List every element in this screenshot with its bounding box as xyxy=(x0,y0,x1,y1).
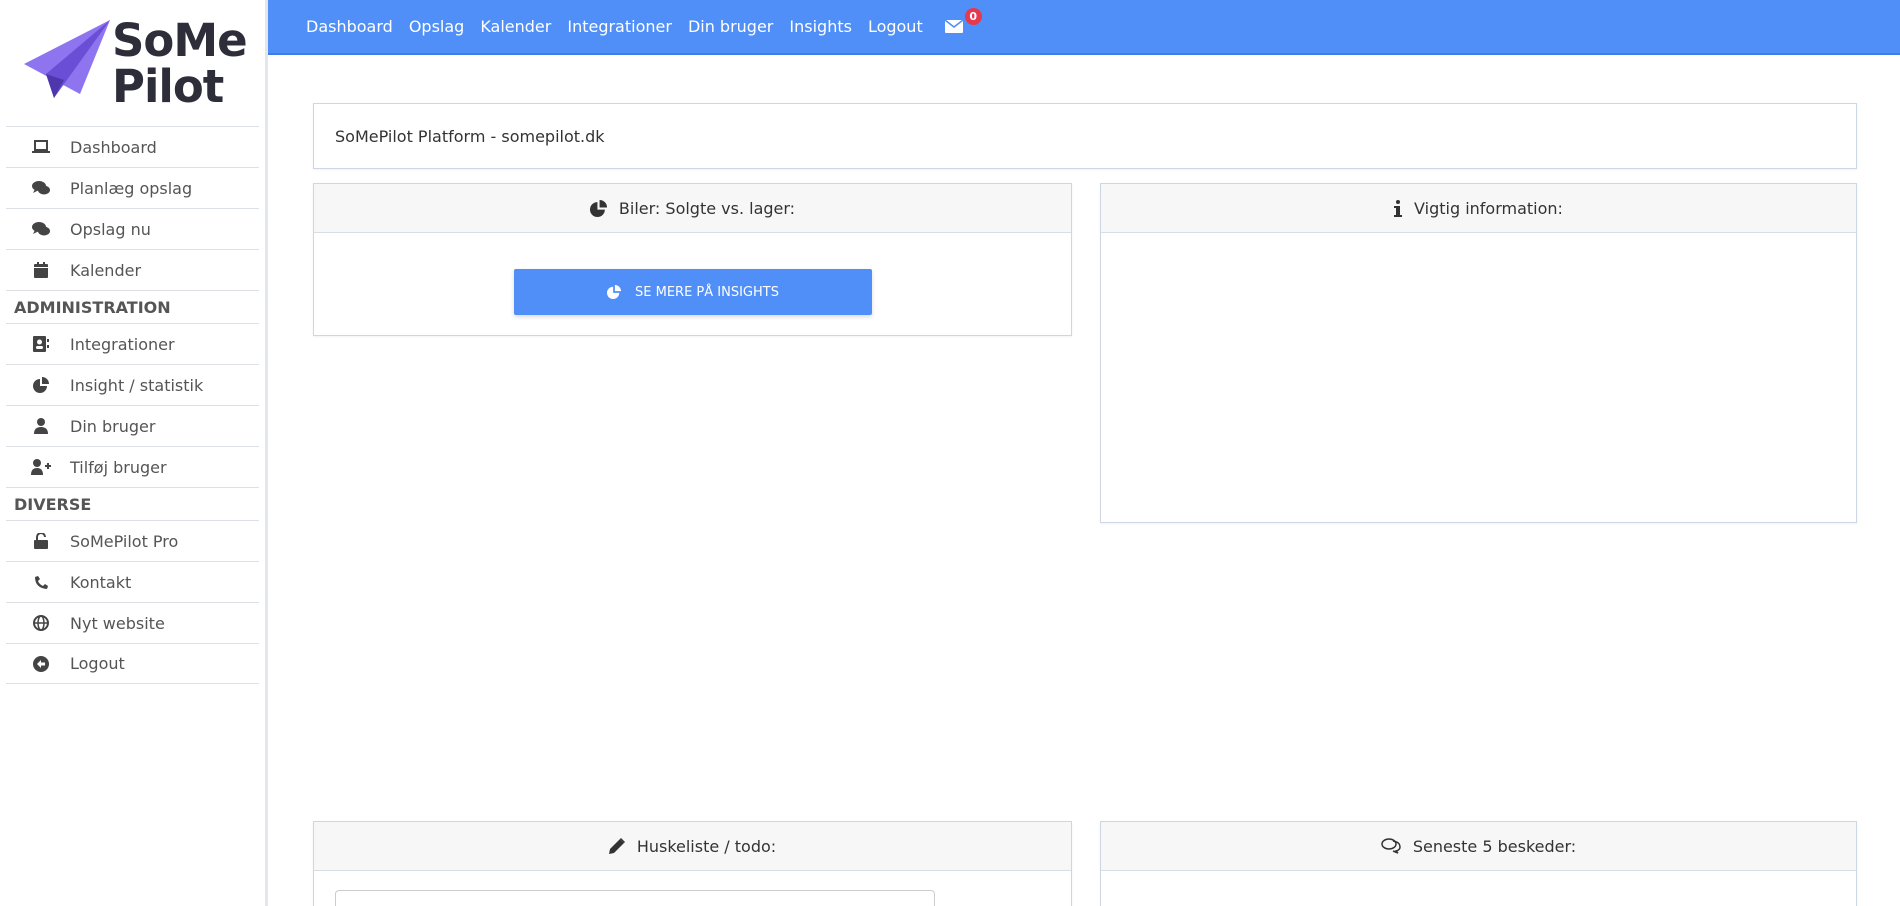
sidebar-item-opslag-nu[interactable]: Opslag nu xyxy=(6,208,259,249)
card-header: Biler: Solgte vs. lager: xyxy=(314,184,1071,233)
sidebar-item-label: Din bruger xyxy=(70,416,156,436)
card-header: Seneste 5 beskeder: xyxy=(1101,822,1856,871)
logo-line-2: Pilot xyxy=(112,60,224,113)
comments-icon xyxy=(30,180,52,196)
card-title: Huskeliste / todo: xyxy=(636,836,777,856)
sidebar-item-somepilot-pro[interactable]: SoMePilot Pro xyxy=(6,520,259,561)
sidebar-item-logout[interactable]: Logout xyxy=(6,643,259,684)
sidebar-item-label: Opslag nu xyxy=(70,219,151,239)
todo-card: Huskeliste / todo: xyxy=(313,821,1072,906)
see-more-insights-button[interactable]: SE MERE PÅ INSIGHTS xyxy=(514,269,872,315)
comments-icon xyxy=(30,221,52,237)
sidebar-item-label: SoMePilot Pro xyxy=(70,531,179,551)
sidebar-item-label: Planlæg opslag xyxy=(70,178,193,198)
comments-outline-icon xyxy=(1381,838,1401,854)
sidebar-item-label: Integrationer xyxy=(70,334,175,354)
card-title: Seneste 5 beskeder: xyxy=(1412,836,1577,856)
card-title: Vigtig information: xyxy=(1414,198,1563,218)
topnav-logout[interactable]: Logout xyxy=(868,17,923,36)
pencil-icon xyxy=(608,838,625,854)
card-header: Huskeliste / todo: xyxy=(314,822,1071,871)
sidebar-item-planlaeg-opslag[interactable]: Planlæg opslag xyxy=(6,167,259,208)
platform-title: SoMePilot Platform - somepilot.dk xyxy=(335,126,605,146)
sidebar-item-integrationer[interactable]: Integrationer xyxy=(6,323,259,364)
sidebar-item-label: Kontakt xyxy=(70,572,132,592)
todo-input[interactable] xyxy=(335,890,935,906)
globe-icon xyxy=(30,615,52,631)
sidebar-item-label: Logout xyxy=(70,654,125,673)
unlock-icon xyxy=(30,533,52,549)
card-title: Biler: Solgte vs. lager: xyxy=(618,198,796,218)
sidebar-item-label: Insight / statistik xyxy=(70,375,204,395)
sidebar-item-label: Kalender xyxy=(70,260,142,280)
card-header: Vigtig information: xyxy=(1101,184,1856,233)
sidebar-nav: Dashboard Planlæg opslag Opslag nu Kalen… xyxy=(6,126,259,684)
sidebar-heading-administration: ADMINISTRATION xyxy=(6,290,259,323)
mail-button[interactable]: 0 xyxy=(944,8,982,33)
pie-chart-icon xyxy=(30,377,52,393)
sidebar-item-label: Dashboard xyxy=(70,137,157,157)
sidebar-item-insight-statistik[interactable]: Insight / statistik xyxy=(6,364,259,405)
sidebar-item-nyt-website[interactable]: Nyt website xyxy=(6,602,259,643)
envelope-icon xyxy=(944,20,963,33)
topnav-integrationer[interactable]: Integrationer xyxy=(567,17,672,36)
topnav-opslag[interactable]: Opslag xyxy=(409,17,465,36)
important-info-card: Vigtig information: xyxy=(1100,183,1857,523)
arrow-left-circle-icon xyxy=(30,655,52,672)
logo-text: SoMe Pilot xyxy=(112,14,248,113)
calendar-icon xyxy=(30,262,52,278)
phone-icon xyxy=(30,575,52,590)
mail-count-badge: 0 xyxy=(964,8,982,25)
pie-chart-icon xyxy=(607,285,622,299)
latest-messages-card: Seneste 5 beskeder: xyxy=(1100,821,1857,906)
pie-chart-icon xyxy=(589,199,607,217)
logo-line-1: SoMe xyxy=(112,14,248,67)
sidebar-item-dashboard[interactable]: Dashboard xyxy=(6,126,259,167)
top-navbar: Dashboard Opslag Kalender Integrationer … xyxy=(268,0,1900,55)
sidebar: SoMe Pilot Dashboard Planlæg opslag Opsl… xyxy=(0,0,268,906)
topnav-insights[interactable]: Insights xyxy=(789,17,852,36)
laptop-icon xyxy=(30,140,52,154)
sidebar-item-tilfoej-bruger[interactable]: Tilføj bruger xyxy=(6,446,259,487)
topnav-din-bruger[interactable]: Din bruger xyxy=(688,17,773,36)
cars-sold-vs-stock-card: Biler: Solgte vs. lager: SE MERE PÅ INSI… xyxy=(313,183,1072,336)
topnav-kalender[interactable]: Kalender xyxy=(480,17,551,36)
paper-plane-logo-icon xyxy=(24,20,110,98)
logo[interactable]: SoMe Pilot xyxy=(0,0,265,126)
sidebar-item-label: Tilføj bruger xyxy=(70,457,167,477)
platform-title-card: SoMePilot Platform - somepilot.dk xyxy=(313,103,1857,169)
sidebar-item-label: Nyt website xyxy=(70,613,165,633)
topnav-dashboard[interactable]: Dashboard xyxy=(306,17,393,36)
user-icon xyxy=(30,418,52,434)
button-label: SE MERE PÅ INSIGHTS xyxy=(635,284,779,300)
user-plus-icon xyxy=(30,459,52,475)
sidebar-heading-diverse: DIVERSE xyxy=(6,487,259,520)
info-icon xyxy=(1394,199,1403,217)
address-book-icon xyxy=(30,336,52,352)
sidebar-item-kontakt[interactable]: Kontakt xyxy=(6,561,259,602)
sidebar-item-kalender[interactable]: Kalender xyxy=(6,249,259,290)
sidebar-item-din-bruger[interactable]: Din bruger xyxy=(6,405,259,446)
